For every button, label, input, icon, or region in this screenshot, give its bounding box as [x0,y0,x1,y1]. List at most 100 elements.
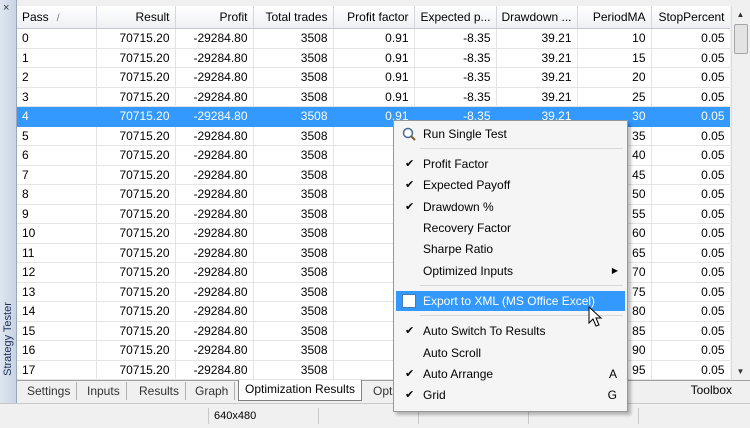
cell-pass: 17 [17,360,97,380]
menu-item-grid[interactable]: ✔ Grid G [396,385,625,405]
menu-item-optimized-inputs[interactable]: Optimized Inputs ▶ [396,261,625,281]
cell-drawdown: 39.21 [496,67,578,88]
cell-pass: 10 [17,223,97,244]
cell-pass: 3 [17,87,97,107]
column-header-drawdown[interactable]: Drawdown ... [496,6,578,29]
cell-stop-percent: 0.05 [651,262,730,283]
menu-item-profit-factor[interactable]: ✔ Profit Factor [396,154,625,174]
cell-pass: 9 [17,204,97,224]
menu-item-expected-payoff[interactable]: ✔ Expected Payoff [396,175,625,195]
cell-profit: -29284.80 [175,204,254,224]
menu-item-run-single-test[interactable]: Run Single Test [396,124,625,144]
close-panel-icon[interactable]: × [3,3,9,14]
cell-stop-percent: 0.05 [651,243,730,263]
tab-results[interactable]: Results [133,382,187,400]
cell-profit: -29284.80 [175,340,254,361]
cell-result: 70715.20 [96,301,176,322]
scroll-down-icon[interactable]: ▼ [732,363,749,380]
column-header-pass[interactable]: Pass / [17,6,97,29]
export-xml-icon [402,294,416,308]
check-icon: ✔ [405,201,415,213]
column-header-expected-payoff[interactable]: Expected p... [414,6,497,29]
menu-separator [420,148,623,149]
table-row[interactable]: 2 70715.20 -29284.80 3508 0.91 -8.35 39.21 20 0.… [17,67,730,88]
cell-stop-percent: 0.05 [651,184,730,205]
status-cell [638,408,744,424]
cell-stop-percent: 0.05 [651,165,730,185]
cell-period-ma: 25 [577,87,652,107]
context-menu: Run Single Test ✔ Profit Factor ✔ Expected… [393,120,628,412]
cell-pass: 8 [17,184,97,205]
scroll-up-icon[interactable]: ▲ [732,6,749,23]
cell-result: 70715.20 [96,262,176,283]
tab-settings[interactable]: Settings [21,382,78,400]
menu-item-auto-scroll[interactable]: Auto Scroll [396,343,625,363]
cell-profit-factor: 0.91 [333,28,415,49]
cell-pass: 4 [17,106,97,127]
shortcut-key: G [607,388,617,402]
cell-total-trades: 3508 [253,360,334,380]
cell-expected-payoff: -8.35 [414,67,497,88]
menu-item-auto-arrange[interactable]: ✔ Auto Arrange A [396,364,625,384]
cell-period-ma: 15 [577,48,652,68]
tester-tab-bar: Settings Inputs Results Graph Optimizati… [17,380,750,403]
cell-result: 70715.20 [96,67,176,88]
cell-pass: 13 [17,282,97,302]
column-header-profit[interactable]: Profit [175,6,254,29]
vertical-scrollbar[interactable]: ▲ ▼ [731,6,749,380]
table-row[interactable]: 3 70715.20 -29284.80 3508 0.91 -8.35 39.21 25 0.… [17,87,730,107]
cell-result: 70715.20 [96,243,176,263]
tab-inputs[interactable]: Inputs [81,382,127,400]
cell-expected-payoff: -8.35 [414,28,497,49]
cell-profit: -29284.80 [175,87,254,107]
cell-pass: 11 [17,243,97,263]
cell-profit: -29284.80 [175,28,254,49]
strategy-tester-sidebar: × Strategy Tester [0,0,17,403]
tab-graph[interactable]: Graph [189,382,236,400]
cell-total-trades: 3508 [253,28,334,49]
column-header-profit-factor[interactable]: Profit factor [333,6,415,29]
panel-title: Strategy Tester [2,302,14,376]
cell-stop-percent: 0.05 [651,321,730,341]
check-icon: ✔ [405,158,415,170]
menu-item-drawdown[interactable]: ✔ Drawdown % [396,197,625,217]
cell-profit: -29284.80 [175,301,254,322]
table-header-row: Pass / Result Profit Total trades Profit … [17,6,730,29]
cell-drawdown: 39.21 [496,28,578,49]
cell-profit: -29284.80 [175,243,254,263]
column-header-result[interactable]: Result [96,6,176,29]
table-row[interactable]: 1 70715.20 -29284.80 3508 0.91 -8.35 39.21 15 0.… [17,48,730,68]
tab-optimization-results[interactable]: Optimization Results [238,380,363,401]
column-header-total-trades[interactable]: Total trades [253,6,334,29]
menu-item-recovery-factor[interactable]: Recovery Factor [396,218,625,238]
cell-total-trades: 3508 [253,48,334,68]
cell-result: 70715.20 [96,165,176,185]
column-header-period-ma[interactable]: PeriodMA [577,6,652,29]
menu-item-sharpe-ratio[interactable]: Sharpe Ratio [396,239,625,259]
cell-stop-percent: 0.05 [651,126,730,146]
run-test-icon [402,127,416,141]
cell-stop-percent: 0.05 [651,48,730,68]
cell-profit: -29284.80 [175,321,254,341]
cell-result: 70715.20 [96,184,176,205]
cell-result: 70715.20 [96,223,176,244]
check-icon: ✔ [405,325,415,337]
cell-total-trades: 3508 [253,340,334,361]
cell-profit: -29284.80 [175,360,254,380]
table-row[interactable]: 0 70715.20 -29284.80 3508 0.91 -8.35 39.21 10 0.… [17,28,730,49]
cell-profit-factor: 0.91 [333,87,415,107]
column-header-stop-percent[interactable]: StopPercent [651,6,730,29]
status-resolution: 640x480 [208,408,324,424]
cell-total-trades: 3508 [253,301,334,322]
cell-profit: -29284.80 [175,145,254,166]
cell-result: 70715.20 [96,145,176,166]
toolbox-label[interactable]: Toolbox [691,383,732,397]
scroll-thumb[interactable] [734,24,748,54]
cell-result: 70715.20 [96,204,176,224]
check-icon: ✔ [405,389,415,401]
cell-stop-percent: 0.05 [651,360,730,380]
cell-total-trades: 3508 [253,223,334,244]
cell-profit: -29284.80 [175,106,254,127]
cell-total-trades: 3508 [253,145,334,166]
cell-stop-percent: 0.05 [651,204,730,224]
